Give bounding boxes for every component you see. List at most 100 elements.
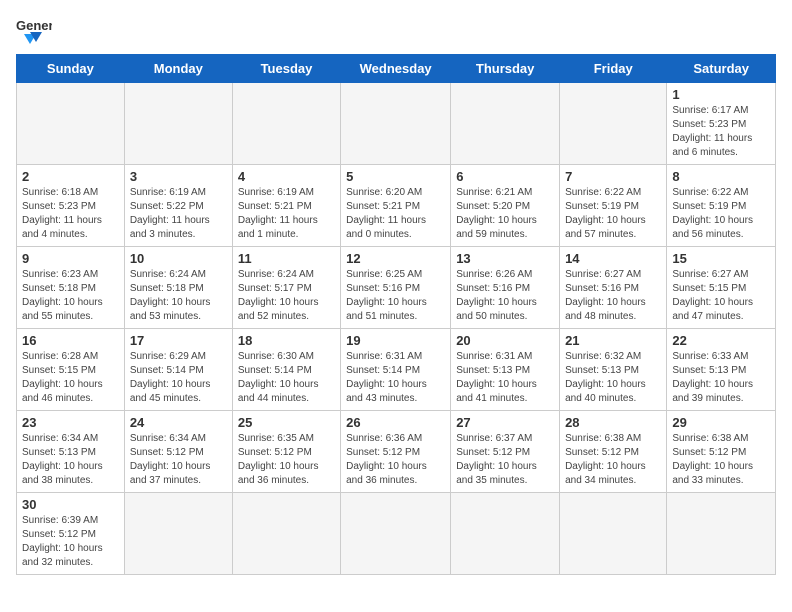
calendar-cell: 26 Sunrise: 6:36 AM Sunset: 5:12 PM Dayli… xyxy=(341,411,451,493)
calendar-cell: 25Sunrise: 6:35 AM Sunset: 5:12 PM Dayli… xyxy=(232,411,340,493)
day-info: Sunrise: 6:24 AM Sunset: 5:17 PM Dayligh… xyxy=(238,268,335,324)
calendar-cell: 30 Sunrise: 6:39 AM Sunset: 5:12 PM Dayli… xyxy=(17,493,125,575)
week-row-1: 1 Sunrise: 6:17 AM Sunset: 5:23 PM Daylig… xyxy=(17,83,776,165)
calendar-cell: 3 Sunrise: 6:19 AM Sunset: 5:22 PM Daylig… xyxy=(124,165,232,247)
calendar-cell: 6 Sunrise: 6:21 AM Sunset: 5:20 PM Daylig… xyxy=(451,165,560,247)
calendar-cell: 12 Sunrise: 6:25 AM Sunset: 5:16 PM Dayli… xyxy=(341,247,451,329)
calendar-cell: 7 Sunrise: 6:22 AM Sunset: 5:19 PM Daylig… xyxy=(560,165,667,247)
calendar-cell xyxy=(124,493,232,575)
calendar-cell: 27 Sunrise: 6:37 AM Sunset: 5:12 PM Dayli… xyxy=(451,411,560,493)
weekday-header-sunday: Sunday xyxy=(17,55,125,83)
day-info: Sunrise: 6:25 AM Sunset: 5:16 PM Dayligh… xyxy=(346,268,445,324)
calendar-cell: 14 Sunrise: 6:27 AM Sunset: 5:16 PM Dayli… xyxy=(560,247,667,329)
day-info: Sunrise: 6:38 AM Sunset: 5:12 PM Dayligh… xyxy=(672,432,770,488)
weekday-header-monday: Monday xyxy=(124,55,232,83)
day-info: Sunrise: 6:39 AM Sunset: 5:12 PM Dayligh… xyxy=(22,514,119,570)
day-info: Sunrise: 6:26 AM Sunset: 5:16 PM Dayligh… xyxy=(456,268,554,324)
calendar-cell: 2 Sunrise: 6:18 AM Sunset: 5:23 PM Daylig… xyxy=(17,165,125,247)
calendar-cell: 15 Sunrise: 6:27 AM Sunset: 5:15 PM Dayli… xyxy=(667,247,776,329)
calendar-cell: 10 Sunrise: 6:24 AM Sunset: 5:18 PM Dayli… xyxy=(124,247,232,329)
week-row-5: 23 Sunrise: 6:34 AM Sunset: 5:13 PM Dayli… xyxy=(17,411,776,493)
logo: General xyxy=(16,16,56,44)
day-number: 15 xyxy=(672,251,770,266)
day-number: 13 xyxy=(456,251,554,266)
day-info: Sunrise: 6:19 AM Sunset: 5:21 PM Dayligh… xyxy=(238,186,335,242)
calendar-cell xyxy=(17,83,125,165)
day-info: Sunrise: 6:24 AM Sunset: 5:18 PM Dayligh… xyxy=(130,268,227,324)
calendar-cell: 1 Sunrise: 6:17 AM Sunset: 5:23 PM Daylig… xyxy=(667,83,776,165)
calendar-cell xyxy=(451,493,560,575)
day-info: Sunrise: 6:34 AM Sunset: 5:12 PM Dayligh… xyxy=(130,432,227,488)
calendar-cell: 20Sunrise: 6:31 AM Sunset: 5:13 PM Dayli… xyxy=(451,329,560,411)
day-info: Sunrise: 6:30 AM Sunset: 5:14 PM Dayligh… xyxy=(238,350,335,406)
calendar-cell: 24 Sunrise: 6:34 AM Sunset: 5:12 PM Dayli… xyxy=(124,411,232,493)
day-number: 8 xyxy=(672,169,770,184)
calendar-cell: 17 Sunrise: 6:29 AM Sunset: 5:14 PM Dayli… xyxy=(124,329,232,411)
svg-text:General: General xyxy=(16,18,52,33)
week-row-6: 30 Sunrise: 6:39 AM Sunset: 5:12 PM Dayli… xyxy=(17,493,776,575)
day-number: 30 xyxy=(22,497,119,512)
weekday-header-wednesday: Wednesday xyxy=(341,55,451,83)
calendar-cell: 9 Sunrise: 6:23 AM Sunset: 5:18 PM Daylig… xyxy=(17,247,125,329)
weekday-header-tuesday: Tuesday xyxy=(232,55,340,83)
weekday-header-thursday: Thursday xyxy=(451,55,560,83)
day-info: Sunrise: 6:22 AM Sunset: 5:19 PM Dayligh… xyxy=(565,186,661,242)
day-number: 26 xyxy=(346,415,445,430)
weekday-header-friday: Friday xyxy=(560,55,667,83)
calendar-cell: 13 Sunrise: 6:26 AM Sunset: 5:16 PM Dayli… xyxy=(451,247,560,329)
day-info: Sunrise: 6:17 AM Sunset: 5:23 PM Dayligh… xyxy=(672,104,770,160)
day-number: 20 xyxy=(456,333,554,348)
day-info: Sunrise: 6:31 AM Sunset: 5:14 PM Dayligh… xyxy=(346,350,445,406)
day-number: 23 xyxy=(22,415,119,430)
day-number: 9 xyxy=(22,251,119,266)
day-info: Sunrise: 6:27 AM Sunset: 5:16 PM Dayligh… xyxy=(565,268,661,324)
day-number: 24 xyxy=(130,415,227,430)
day-info: Sunrise: 6:29 AM Sunset: 5:14 PM Dayligh… xyxy=(130,350,227,406)
day-number: 16 xyxy=(22,333,119,348)
day-number: 1 xyxy=(672,87,770,102)
day-number: 18 xyxy=(238,333,335,348)
day-number: 29 xyxy=(672,415,770,430)
day-info: Sunrise: 6:21 AM Sunset: 5:20 PM Dayligh… xyxy=(456,186,554,242)
page-header: General xyxy=(16,16,776,44)
day-info: Sunrise: 6:32 AM Sunset: 5:13 PM Dayligh… xyxy=(565,350,661,406)
day-number: 11 xyxy=(238,251,335,266)
calendar-cell xyxy=(232,493,340,575)
day-info: Sunrise: 6:20 AM Sunset: 5:21 PM Dayligh… xyxy=(346,186,445,242)
calendar-table: SundayMondayTuesdayWednesdayThursdayFrid… xyxy=(16,54,776,575)
day-number: 12 xyxy=(346,251,445,266)
day-number: 17 xyxy=(130,333,227,348)
calendar-cell: 22 Sunrise: 6:33 AM Sunset: 5:13 PM Dayli… xyxy=(667,329,776,411)
day-number: 3 xyxy=(130,169,227,184)
calendar-cell: 19Sunrise: 6:31 AM Sunset: 5:14 PM Dayli… xyxy=(341,329,451,411)
day-number: 6 xyxy=(456,169,554,184)
calendar-cell xyxy=(341,83,451,165)
day-info: Sunrise: 6:36 AM Sunset: 5:12 PM Dayligh… xyxy=(346,432,445,488)
weekday-header-row: SundayMondayTuesdayWednesdayThursdayFrid… xyxy=(17,55,776,83)
day-number: 25 xyxy=(238,415,335,430)
calendar-cell: 18 Sunrise: 6:30 AM Sunset: 5:14 PM Dayli… xyxy=(232,329,340,411)
calendar-cell: 4Sunrise: 6:19 AM Sunset: 5:21 PM Daylig… xyxy=(232,165,340,247)
day-info: Sunrise: 6:22 AM Sunset: 5:19 PM Dayligh… xyxy=(672,186,770,242)
day-info: Sunrise: 6:34 AM Sunset: 5:13 PM Dayligh… xyxy=(22,432,119,488)
day-number: 10 xyxy=(130,251,227,266)
day-number: 14 xyxy=(565,251,661,266)
calendar-cell: 21 Sunrise: 6:32 AM Sunset: 5:13 PM Dayli… xyxy=(560,329,667,411)
day-info: Sunrise: 6:27 AM Sunset: 5:15 PM Dayligh… xyxy=(672,268,770,324)
day-info: Sunrise: 6:28 AM Sunset: 5:15 PM Dayligh… xyxy=(22,350,119,406)
day-info: Sunrise: 6:37 AM Sunset: 5:12 PM Dayligh… xyxy=(456,432,554,488)
day-number: 21 xyxy=(565,333,661,348)
day-info: Sunrise: 6:33 AM Sunset: 5:13 PM Dayligh… xyxy=(672,350,770,406)
day-number: 22 xyxy=(672,333,770,348)
day-info: Sunrise: 6:23 AM Sunset: 5:18 PM Dayligh… xyxy=(22,268,119,324)
day-number: 27 xyxy=(456,415,554,430)
day-info: Sunrise: 6:18 AM Sunset: 5:23 PM Dayligh… xyxy=(22,186,119,242)
logo-icon: General xyxy=(16,16,52,44)
calendar-cell xyxy=(560,83,667,165)
day-number: 7 xyxy=(565,169,661,184)
day-info: Sunrise: 6:19 AM Sunset: 5:22 PM Dayligh… xyxy=(130,186,227,242)
day-number: 2 xyxy=(22,169,119,184)
day-info: Sunrise: 6:38 AM Sunset: 5:12 PM Dayligh… xyxy=(565,432,661,488)
calendar-cell: 11 Sunrise: 6:24 AM Sunset: 5:17 PM Dayli… xyxy=(232,247,340,329)
calendar-cell xyxy=(124,83,232,165)
